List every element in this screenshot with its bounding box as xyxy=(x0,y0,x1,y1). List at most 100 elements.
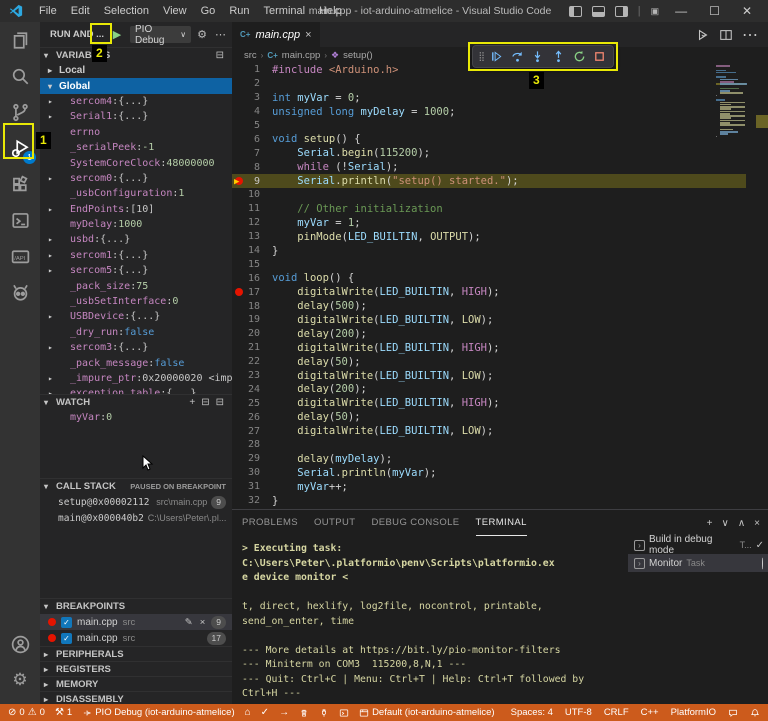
collapse-watch-icon[interactable]: ⊟ xyxy=(199,397,211,408)
pio-clean-button[interactable] xyxy=(299,708,309,718)
minimap[interactable] xyxy=(716,65,746,138)
watch-row[interactable]: myVar: 0 xyxy=(40,410,232,425)
code-line[interactable]: 15 xyxy=(232,257,746,271)
panel-tab-output[interactable]: OUTPUT xyxy=(314,510,355,536)
eol-indicator[interactable]: CRLF xyxy=(604,707,629,718)
variable-row[interactable]: myDelay: 1000 xyxy=(40,217,232,232)
variable-row[interactable]: ▸usbd: {...} xyxy=(40,232,232,247)
variable-row[interactable]: ▸sercom5: {...} xyxy=(40,263,232,278)
variable-row[interactable]: ▸sercom1: {...} xyxy=(40,248,232,263)
code-line[interactable]: 20 delay(200); xyxy=(232,327,746,341)
api-icon[interactable]: /API xyxy=(0,238,40,274)
pio-terminal-button[interactable] xyxy=(339,708,349,718)
indentation-indicator[interactable]: Spaces: 4 xyxy=(511,707,553,718)
code-line[interactable]: 8 while (!Serial); xyxy=(232,160,746,174)
customize-layout-icon[interactable]: ▣ xyxy=(651,6,660,17)
code-line[interactable]: 24 delay(200); xyxy=(232,382,746,396)
tab-close-icon[interactable]: × xyxy=(305,29,311,41)
pio-debug-status[interactable]: PIO Debug (iot-arduino-atmelice) xyxy=(82,707,234,718)
variable-row[interactable]: ▾Global xyxy=(40,78,232,93)
pane-header-memory[interactable]: ▸MEMORY xyxy=(40,676,232,691)
panel-tab-terminal[interactable]: TERMINAL xyxy=(476,510,527,536)
split-editor-icon[interactable] xyxy=(719,28,733,42)
variable-row[interactable]: ▸EndPoints: [10] xyxy=(40,202,232,217)
code-line[interactable]: 16void loop() { xyxy=(232,271,746,285)
code-line[interactable]: 7 Serial.begin(115200); xyxy=(232,146,746,160)
breakpoint-dot-icon[interactable] xyxy=(235,288,243,296)
task-item-build-in-debug-mode[interactable]: ›Build in debug modeT...✓ xyxy=(628,536,768,554)
toggle-panel-icon[interactable] xyxy=(592,6,605,17)
toggle-secondary-sidebar-icon[interactable] xyxy=(615,6,628,17)
code-line[interactable]: 25 digitalWrite(LED_BUILTIN, HIGH); xyxy=(232,396,746,410)
code-editor[interactable]: 1#include <Arduino.h>23int myVar = 0;4un… xyxy=(232,63,768,509)
menu-go[interactable]: Go xyxy=(194,5,223,17)
close-panel-icon[interactable]: × xyxy=(754,518,760,529)
code-line[interactable]: 18 delay(500); xyxy=(232,299,746,313)
code-line[interactable]: 30 Serial.println(myVar); xyxy=(232,466,746,480)
code-line[interactable]: 23 digitalWrite(LED_BUILTIN, LOW); xyxy=(232,369,746,383)
menu-file[interactable]: File xyxy=(32,5,64,17)
pio-upload-button[interactable]: → xyxy=(279,707,289,718)
stack-frame[interactable]: setup@0x00002112src\main.cpp9 xyxy=(40,494,232,510)
code-line[interactable]: 32} xyxy=(232,494,746,508)
pane-header-disassembly[interactable]: ▸DISASSEMBLY xyxy=(40,691,232,704)
variables-pane-header[interactable]: ▾VARIABLES ⊟ xyxy=(40,47,232,63)
code-line[interactable]: 2 xyxy=(232,77,746,91)
code-line[interactable]: 6void setup() { xyxy=(232,132,746,146)
platformio-indicator[interactable]: PlatformIO xyxy=(671,707,716,718)
run-or-debug-icon[interactable] xyxy=(696,28,710,42)
pio-home-button[interactable]: ⌂ xyxy=(245,707,251,718)
problems-indicator[interactable]: ⊘0 ⚠0 xyxy=(8,707,45,718)
menu-run[interactable]: Run xyxy=(222,5,256,17)
project-env-selector[interactable]: Default (iot-arduino-atmelice) xyxy=(359,707,495,718)
code-line[interactable]: 3int myVar = 0; xyxy=(232,91,746,105)
breakpoints-pane-header[interactable]: ▾BREAKPOINTS xyxy=(40,598,232,614)
variable-row[interactable]: _serialPeek: -1 xyxy=(40,140,232,155)
editor-more-actions-icon[interactable]: ⋯ xyxy=(742,25,758,45)
terminal-output[interactable]: > Executing task: C:\Users\Peter\.platfo… xyxy=(232,536,628,704)
breakpoint-row[interactable]: ✓main.cppsrc17 xyxy=(40,630,232,646)
code-line[interactable]: 21 digitalWrite(LED_BUILTIN, HIGH); xyxy=(232,341,746,355)
encoding-indicator[interactable]: UTF-8 xyxy=(565,707,592,718)
stack-frame[interactable]: main@0x000040b2C:\Users\Peter\.pl... xyxy=(40,510,232,526)
notifications-button[interactable] xyxy=(750,708,760,718)
maximize-panel-icon[interactable]: ∧ xyxy=(738,518,745,529)
add-watch-icon[interactable]: + xyxy=(187,397,197,408)
variable-row[interactable]: _usbSetInterface: 0 xyxy=(40,294,232,309)
pane-header-registers[interactable]: ▸REGISTERS xyxy=(40,661,232,676)
pio-serial-monitor-button[interactable] xyxy=(319,708,329,718)
close-button[interactable]: ✕ xyxy=(736,4,758,18)
watch-pane-header[interactable]: ▾WATCH + ⊟ ⊟ xyxy=(40,394,232,410)
variable-row[interactable]: _usbConfiguration: 1 xyxy=(40,186,232,201)
code-line[interactable]: 19 digitalWrite(LED_BUILTIN, LOW); xyxy=(232,313,746,327)
menu-selection[interactable]: Selection xyxy=(97,5,156,17)
pane-header-peripherals[interactable]: ▸PERIPHERALS xyxy=(40,646,232,661)
code-line[interactable]: 26 delay(50); xyxy=(232,410,746,424)
code-line[interactable]: 31 myVar++; xyxy=(232,480,746,494)
tools-indicator[interactable]: ⚒1 xyxy=(55,707,72,718)
code-line[interactable]: 11 // Other initialization xyxy=(232,202,746,216)
variable-row[interactable]: ▸exception_table: {...} xyxy=(40,386,232,394)
explorer-icon[interactable] xyxy=(0,22,40,58)
code-line[interactable]: 13 pinMode(LED_BUILTIN, OUTPUT); xyxy=(232,230,746,244)
task-item-monitor[interactable]: ›MonitorTask xyxy=(628,554,768,572)
variable-row[interactable]: _pack_size: 75 xyxy=(40,278,232,293)
code-line[interactable]: 14} xyxy=(232,244,746,258)
toggle-sidebar-icon[interactable] xyxy=(569,6,582,17)
variable-row[interactable]: ▸Serial1: {...} xyxy=(40,109,232,124)
code-line[interactable]: 4unsigned long myDelay = 1000; xyxy=(232,105,746,119)
account-icon[interactable] xyxy=(0,626,40,662)
debug-config-select[interactable]: PIO Debug∨ xyxy=(130,26,191,43)
search-icon[interactable] xyxy=(0,58,40,94)
breakpoint-row[interactable]: ✓main.cppsrc✎×9 xyxy=(40,614,232,630)
feedback-button[interactable] xyxy=(728,708,738,718)
variable-row[interactable]: _pack_message: false xyxy=(40,355,232,370)
code-line[interactable]: 10 xyxy=(232,188,746,202)
tab-main-cpp[interactable]: C+ main.cpp × xyxy=(232,22,320,47)
variable-row[interactable]: ▸sercom4: {...} xyxy=(40,94,232,109)
code-line[interactable]: 27 digitalWrite(LED_BUILTIN, LOW); xyxy=(232,424,746,438)
code-line[interactable]: 29 delay(myDelay); xyxy=(232,452,746,466)
variable-row[interactable]: ▸Local xyxy=(40,63,232,78)
code-line[interactable]: 5 xyxy=(232,119,746,133)
code-line[interactable]: 22 delay(50); xyxy=(232,355,746,369)
